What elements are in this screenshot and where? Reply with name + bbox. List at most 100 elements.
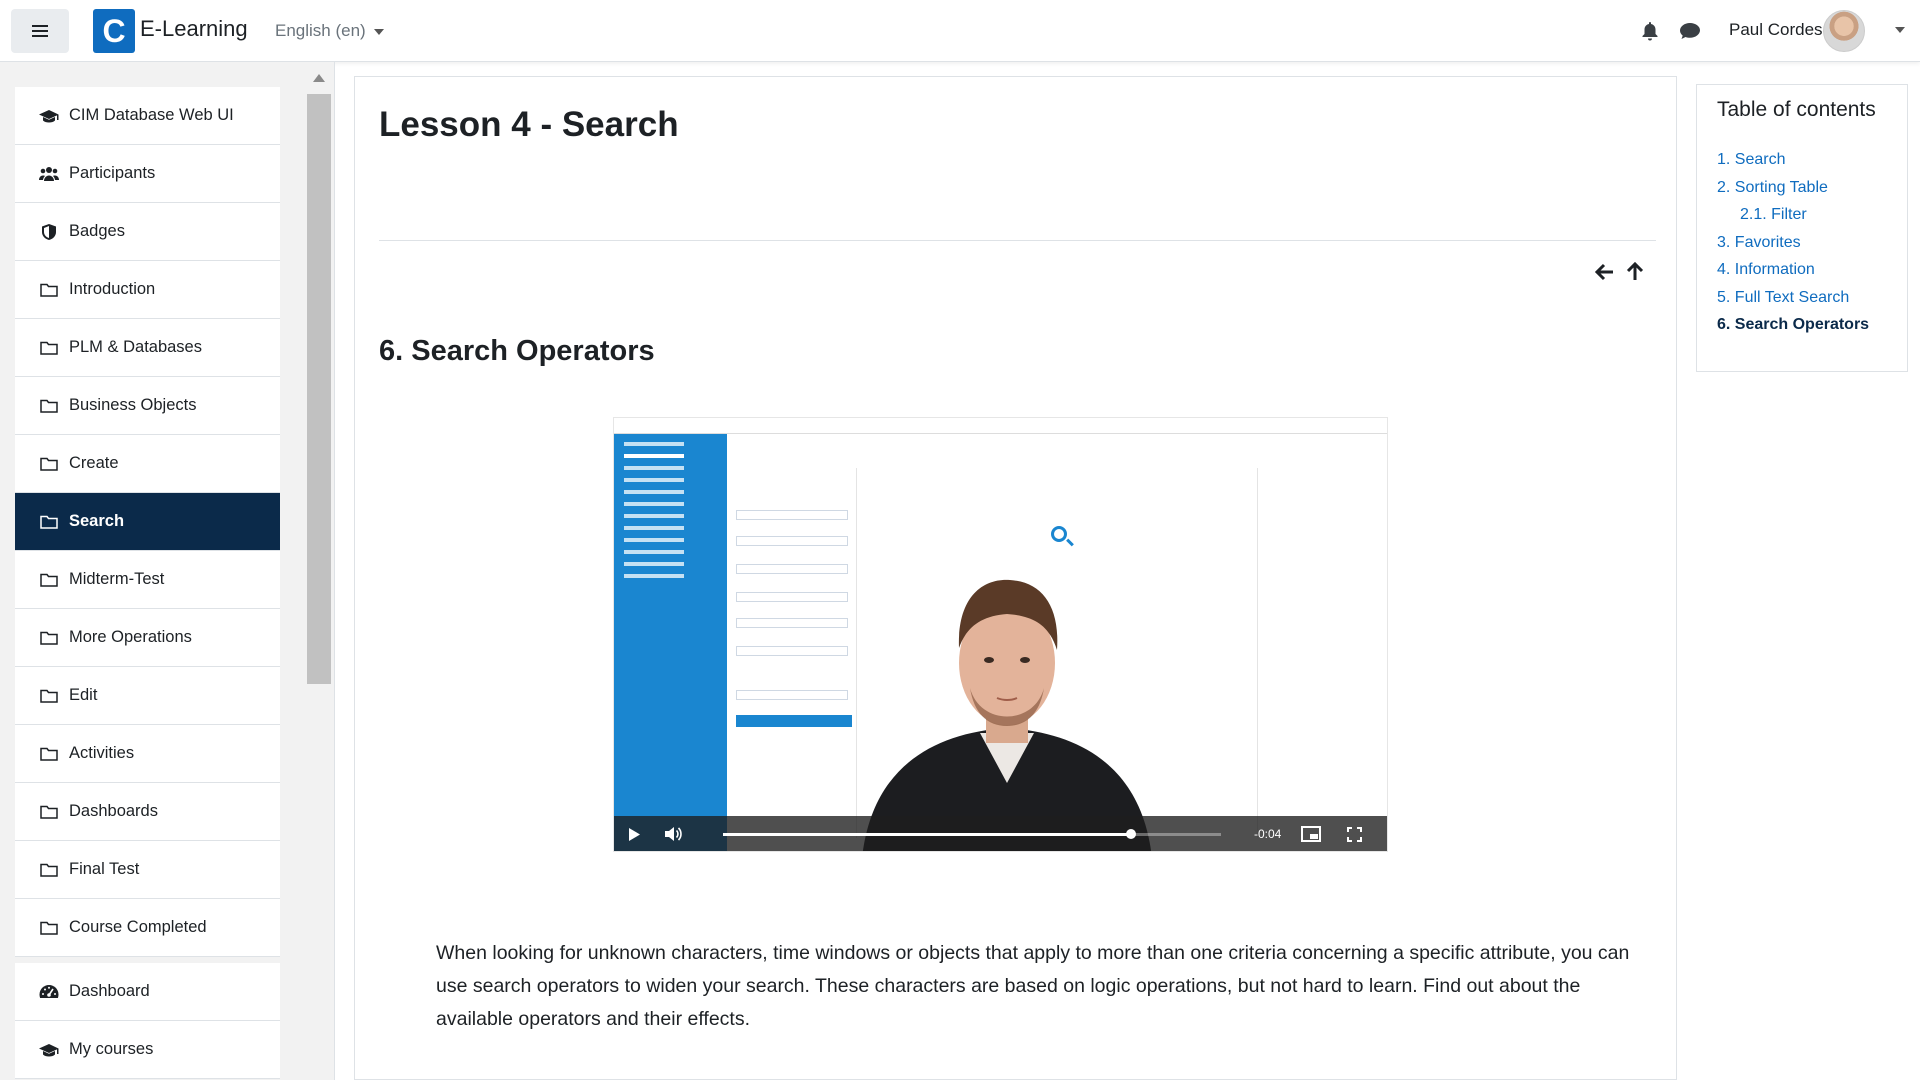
hamburger-icon (32, 25, 48, 37)
play-icon[interactable] (628, 828, 640, 841)
video-progress-bar[interactable] (723, 833, 1221, 836)
video-search-button (736, 715, 852, 727)
toc-item[interactable]: 4. Information (1717, 256, 1869, 284)
toc-item[interactable]: 1. Search (1717, 146, 1869, 174)
sidebar-item-introduction[interactable]: Introduction (15, 261, 280, 319)
menu-toggle-button[interactable] (11, 9, 69, 53)
folder-icon (39, 862, 59, 878)
folder-icon (39, 630, 59, 646)
sidebar-item-participants[interactable]: Participants (15, 145, 280, 203)
language-selector[interactable]: English (en) (275, 21, 384, 41)
chat-icon[interactable] (1679, 22, 1701, 40)
toc-item[interactable]: 5. Full Text Search (1717, 284, 1869, 312)
sidebar-item-label: Edit (69, 686, 98, 704)
page-title: Lesson 4 - Search (379, 105, 679, 144)
language-label: English (en) (275, 21, 366, 40)
dashboard-icon (39, 984, 59, 1000)
sidebar-scrollbar[interactable] (306, 72, 332, 1072)
picture-in-picture-icon[interactable] (1301, 826, 1321, 842)
sidebar-item-activities[interactable]: Activities (15, 725, 280, 783)
folder-icon (39, 746, 59, 762)
table-of-contents: Table of contents 1. Search 2. Sorting T… (1696, 84, 1908, 372)
folder-icon (39, 688, 59, 704)
site-logo[interactable]: C (93, 9, 135, 53)
sidebar-item-label: CIM Database Web UI (69, 106, 234, 124)
course-index-drawer: CIM Database Web UI Participants Badges … (0, 62, 335, 1080)
lesson-video-player[interactable]: -0:04 (613, 417, 1388, 852)
sidebar-item-label: Badges (69, 222, 125, 240)
sidebar-item-label: Dashboard (69, 982, 150, 1000)
site-name[interactable]: E-Learning (140, 16, 248, 42)
sidebar-item-course-completed[interactable]: Course Completed (15, 899, 280, 957)
user-menu-chevron-icon[interactable] (1895, 27, 1905, 33)
toc-item[interactable]: 2. Sorting Table (1717, 174, 1869, 202)
section-title: 6. Search Operators (379, 335, 655, 367)
sidebar-item-plm-databases[interactable]: PLM & Databases (15, 319, 280, 377)
arrow-up-icon[interactable] (1625, 261, 1645, 282)
sidebar-item-label: My courses (69, 1040, 154, 1058)
scrollbar-thumb[interactable] (307, 94, 331, 684)
user-name[interactable]: Paul Cordes (1729, 20, 1823, 40)
folder-icon (39, 804, 59, 820)
sidebar-item-edit[interactable]: Edit (15, 667, 280, 725)
video-form-field (736, 510, 848, 520)
sidebar-item-dashboards[interactable]: Dashboards (15, 783, 280, 841)
video-form-field (736, 646, 848, 656)
video-app-topbar (614, 418, 1387, 434)
video-time-remaining: -0:04 (1254, 827, 1282, 841)
video-progress-handle[interactable] (1126, 829, 1137, 839)
volume-icon[interactable] (664, 826, 682, 842)
arrow-left-icon[interactable] (1594, 262, 1615, 282)
sidebar-item-badges[interactable]: Badges (15, 203, 280, 261)
top-navbar: C E-Learning English (en) Paul Cordes (0, 0, 1920, 62)
sidebar-item-more-operations[interactable]: More Operations (15, 609, 280, 667)
sidebar-item-create[interactable]: Create (15, 435, 280, 493)
sidebar-item-business-objects[interactable]: Business Objects (15, 377, 280, 435)
sidebar-item-label: Course Completed (69, 918, 207, 936)
sidebar-item-midterm-test[interactable]: Midterm-Test (15, 551, 280, 609)
presenter-figure (863, 579, 1151, 851)
users-icon (39, 166, 59, 182)
sidebar-item-label: PLM & Databases (69, 338, 202, 356)
sidebar-item-cim-database-web-ui[interactable]: CIM Database Web UI (15, 87, 280, 145)
video-form-field (736, 564, 848, 574)
sidebar-item-label: Dashboards (69, 802, 158, 820)
folder-icon (39, 572, 59, 588)
video-column-divider (856, 468, 857, 838)
video-magnifier-icon (1051, 526, 1067, 542)
avatar[interactable] (1823, 10, 1865, 52)
shield-icon (39, 223, 59, 240)
folder-icon (39, 456, 59, 472)
chevron-down-icon (373, 28, 384, 35)
page-nav-arrows (1594, 261, 1645, 282)
sidebar-item-final-test[interactable]: Final Test (15, 841, 280, 899)
toc-item-current[interactable]: 6. Search Operators (1717, 311, 1869, 339)
sidebar-item-label: Business Objects (69, 396, 197, 414)
folder-icon (39, 514, 59, 530)
sidebar-item-my-courses[interactable]: My courses (15, 1021, 280, 1079)
fullscreen-icon[interactable] (1347, 827, 1362, 842)
main-content: Lesson 4 - Search 6. Search Operators -0… (354, 76, 1677, 1080)
video-form-field (736, 592, 848, 602)
toc-title: Table of contents (1717, 98, 1876, 121)
sidebar-item-dashboard[interactable]: Dashboard (15, 963, 280, 1021)
lesson-paragraph: When looking for unknown characters, tim… (436, 942, 1630, 1030)
folder-icon (39, 340, 59, 356)
sidebar-item-label: Activities (69, 744, 135, 762)
toc-item[interactable]: 2.1. Filter (1717, 201, 1869, 229)
sidebar-item-label: Introduction (69, 280, 156, 298)
video-form-field (736, 690, 848, 700)
sidebar-item-label: Create (69, 454, 119, 472)
sidebar-item-label: Search (69, 512, 125, 530)
scroll-up-arrow-icon[interactable] (313, 74, 325, 82)
video-controls: -0:04 (614, 816, 1387, 851)
course-nav-list: CIM Database Web UI Participants Badges … (15, 87, 280, 1079)
toc-item[interactable]: 3. Favorites (1717, 229, 1869, 257)
sidebar-item-label: More Operations (69, 628, 192, 646)
sidebar-item-label: Participants (69, 164, 156, 182)
video-column-divider (1257, 468, 1258, 838)
graduation-cap-icon (39, 108, 59, 124)
graduation-cap-icon (39, 1042, 59, 1058)
bell-icon[interactable] (1641, 21, 1659, 41)
sidebar-item-search[interactable]: Search (15, 493, 280, 551)
